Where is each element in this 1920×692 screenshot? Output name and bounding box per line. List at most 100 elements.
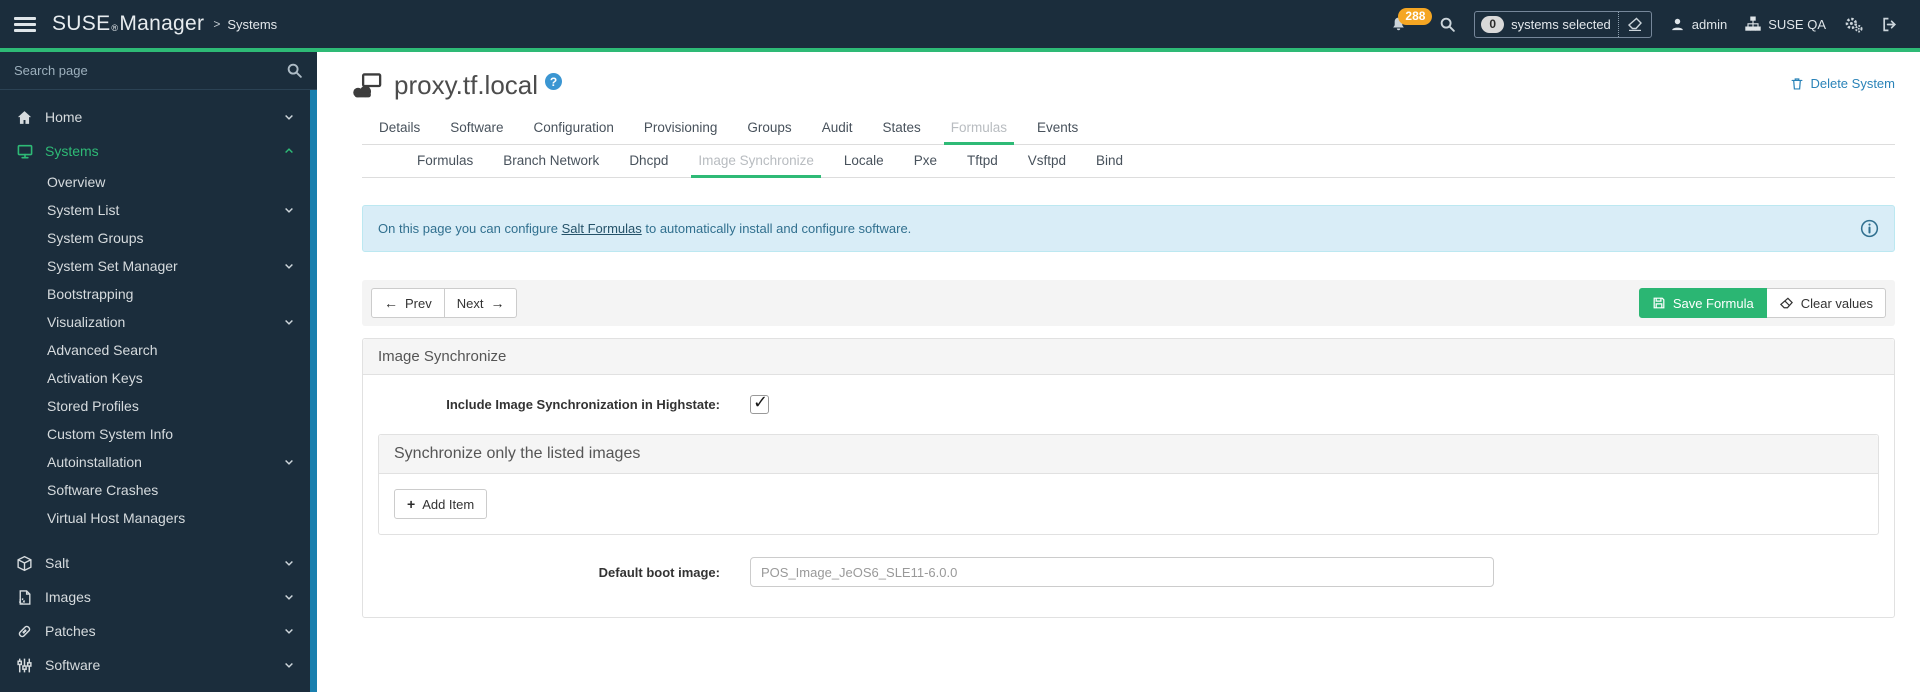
sidebar-item-system-set-manager[interactable]: System Set Manager xyxy=(0,252,317,280)
tab-audit[interactable]: Audit xyxy=(815,112,860,144)
sidebar-item-activation-keys[interactable]: Activation Keys xyxy=(0,364,317,392)
system-selection-pill[interactable]: 0 systems selected xyxy=(1474,10,1652,38)
eraser-icon xyxy=(1779,296,1794,311)
chevron-down-icon xyxy=(283,625,295,637)
sidebar-item-images[interactable]: Images xyxy=(0,580,317,614)
sidebar-item-patches[interactable]: Patches xyxy=(0,614,317,648)
subtab-vsftpd[interactable]: Vsftpd xyxy=(1021,145,1073,177)
tab-details[interactable]: Details xyxy=(372,112,427,144)
sliders-icon xyxy=(16,657,35,674)
next-button[interactable]: Next → xyxy=(444,288,518,318)
sidebar-item-salt[interactable]: Salt xyxy=(0,546,317,580)
sidebar-scrollbar[interactable] xyxy=(310,90,317,692)
admin-settings-button[interactable] xyxy=(1844,16,1863,33)
monitor-icon xyxy=(16,143,35,160)
tab-provisioning[interactable]: Provisioning xyxy=(637,112,725,144)
subtab-branch-network[interactable]: Branch Network xyxy=(496,145,606,177)
sidebar-item-advanced-search[interactable]: Advanced Search xyxy=(0,336,317,364)
sidebar-menu: Home Systems Overview System List System… xyxy=(0,90,317,682)
subtab-dhcpd[interactable]: Dhcpd xyxy=(622,145,675,177)
subtab-bind[interactable]: Bind xyxy=(1089,145,1130,177)
chevron-down-icon xyxy=(283,260,295,272)
organization-label: SUSE QA xyxy=(1768,16,1826,32)
tab-states[interactable]: States xyxy=(875,112,927,144)
chevron-down-icon xyxy=(283,204,295,216)
highstate-checkbox[interactable]: ✓ xyxy=(750,392,769,414)
salt-formulas-link[interactable]: Salt Formulas xyxy=(562,221,642,236)
tab-events[interactable]: Events xyxy=(1030,112,1085,144)
sidebar-item-autoinstallation[interactable]: Autoinstallation xyxy=(0,448,317,476)
prev-button[interactable]: ← Prev xyxy=(371,288,445,318)
sidebar-item-home[interactable]: Home xyxy=(0,100,317,134)
add-item-button[interactable]: + Add Item xyxy=(394,489,488,519)
highstate-label: Include Image Synchronization in Highsta… xyxy=(446,397,720,412)
save-formula-button[interactable]: Save Formula xyxy=(1638,288,1767,318)
default-boot-image-input[interactable] xyxy=(750,557,1494,587)
proxy-system-icon xyxy=(350,72,384,100)
help-icon[interactable]: ? xyxy=(545,73,563,90)
chevron-down-icon xyxy=(283,316,295,328)
sidebar-item-software[interactable]: Software xyxy=(0,648,317,682)
inner-panel-title: Synchronize only the listed images xyxy=(379,435,1878,474)
arrow-left-icon: ← xyxy=(384,295,398,311)
selected-systems-label: systems selected xyxy=(1511,16,1611,32)
brand-logo[interactable]: SUSE ® Manager xyxy=(52,12,204,36)
sidebar-item-bootstrapping[interactable]: Bootstrapping xyxy=(0,280,317,308)
brand-suse: SUSE xyxy=(52,12,111,35)
subtab-formulas[interactable]: Formulas xyxy=(410,145,480,177)
info-circle-icon[interactable] xyxy=(1860,219,1879,238)
sidebar-item-virtual-host-managers[interactable]: Virtual Host Managers xyxy=(0,504,317,532)
checkmark-icon: ✓ xyxy=(753,392,769,412)
tab-groups[interactable]: Groups xyxy=(740,112,798,144)
sidebar-item-overview[interactable]: Overview xyxy=(0,168,317,196)
clear-values-button[interactable]: Clear values xyxy=(1766,288,1886,318)
notification-count-badge: 288 xyxy=(1398,7,1433,25)
breadcrumb-separator: > xyxy=(213,17,221,31)
tab-configuration[interactable]: Configuration xyxy=(527,112,621,144)
prev-next-group: ← Prev Next → xyxy=(371,288,518,318)
sidebar-search-button[interactable] xyxy=(286,62,303,79)
sidebar-item-systems[interactable]: Systems xyxy=(0,134,317,168)
search-icon xyxy=(1439,16,1456,33)
global-search-button[interactable] xyxy=(1439,16,1456,33)
sidebar-item-system-groups[interactable]: System Groups xyxy=(0,224,317,252)
sidebar-search xyxy=(0,52,317,90)
brand-manager: Manager xyxy=(119,12,205,35)
user-menu[interactable]: admin xyxy=(1670,17,1727,32)
organization-menu[interactable]: SUSE QA xyxy=(1745,16,1826,32)
notifications-button[interactable]: 288 xyxy=(1390,7,1433,33)
save-clear-group: Save Formula Clear values xyxy=(1638,288,1886,318)
subtab-locale[interactable]: Locale xyxy=(837,145,891,177)
save-floppy-icon xyxy=(1652,296,1666,310)
chevron-down-icon xyxy=(283,557,295,569)
sidebar-item-stored-profiles[interactable]: Stored Profiles xyxy=(0,392,317,420)
organization-sitemap-icon xyxy=(1745,16,1761,32)
sidebar-item-custom-system-info[interactable]: Custom System Info xyxy=(0,420,317,448)
sidebar-item-visualization[interactable]: Visualization xyxy=(0,308,317,336)
chevron-down-icon xyxy=(283,591,295,603)
tab-formulas[interactable]: Formulas xyxy=(943,112,1015,145)
trash-icon xyxy=(1790,76,1804,91)
clear-selection-button[interactable] xyxy=(1617,11,1651,37)
sidebar-search-input[interactable] xyxy=(14,63,286,78)
hamburger-menu-icon[interactable] xyxy=(14,14,36,35)
image-synchronize-panel: Image Synchronize Include Image Synchron… xyxy=(362,338,1895,618)
logout-button[interactable] xyxy=(1881,16,1898,33)
subtab-image-synchronize[interactable]: Image Synchronize xyxy=(691,145,821,178)
secondary-tabs: Formulas Branch Network Dhcpd Image Sync… xyxy=(362,145,1895,178)
username-label: admin xyxy=(1691,16,1728,32)
subtab-pxe[interactable]: Pxe xyxy=(907,145,944,177)
sidebar-item-software-crashes[interactable]: Software Crashes xyxy=(0,476,317,504)
user-icon xyxy=(1670,17,1685,32)
page-title: proxy.tf.local xyxy=(394,70,539,100)
breadcrumb[interactable]: Systems xyxy=(227,17,277,32)
sidebar: Home Systems Overview System List System… xyxy=(0,52,317,692)
home-icon xyxy=(16,109,35,126)
sidebar-item-system-list[interactable]: System List xyxy=(0,196,317,224)
subtab-tftpd[interactable]: Tftpd xyxy=(960,145,1005,177)
tab-software[interactable]: Software xyxy=(443,112,510,144)
delete-system-link[interactable]: Delete System xyxy=(1790,76,1895,91)
info-alert: On this page you can configure Salt Form… xyxy=(362,205,1895,252)
brand-registered-mark: ® xyxy=(111,23,119,33)
chevron-down-icon xyxy=(283,659,295,671)
